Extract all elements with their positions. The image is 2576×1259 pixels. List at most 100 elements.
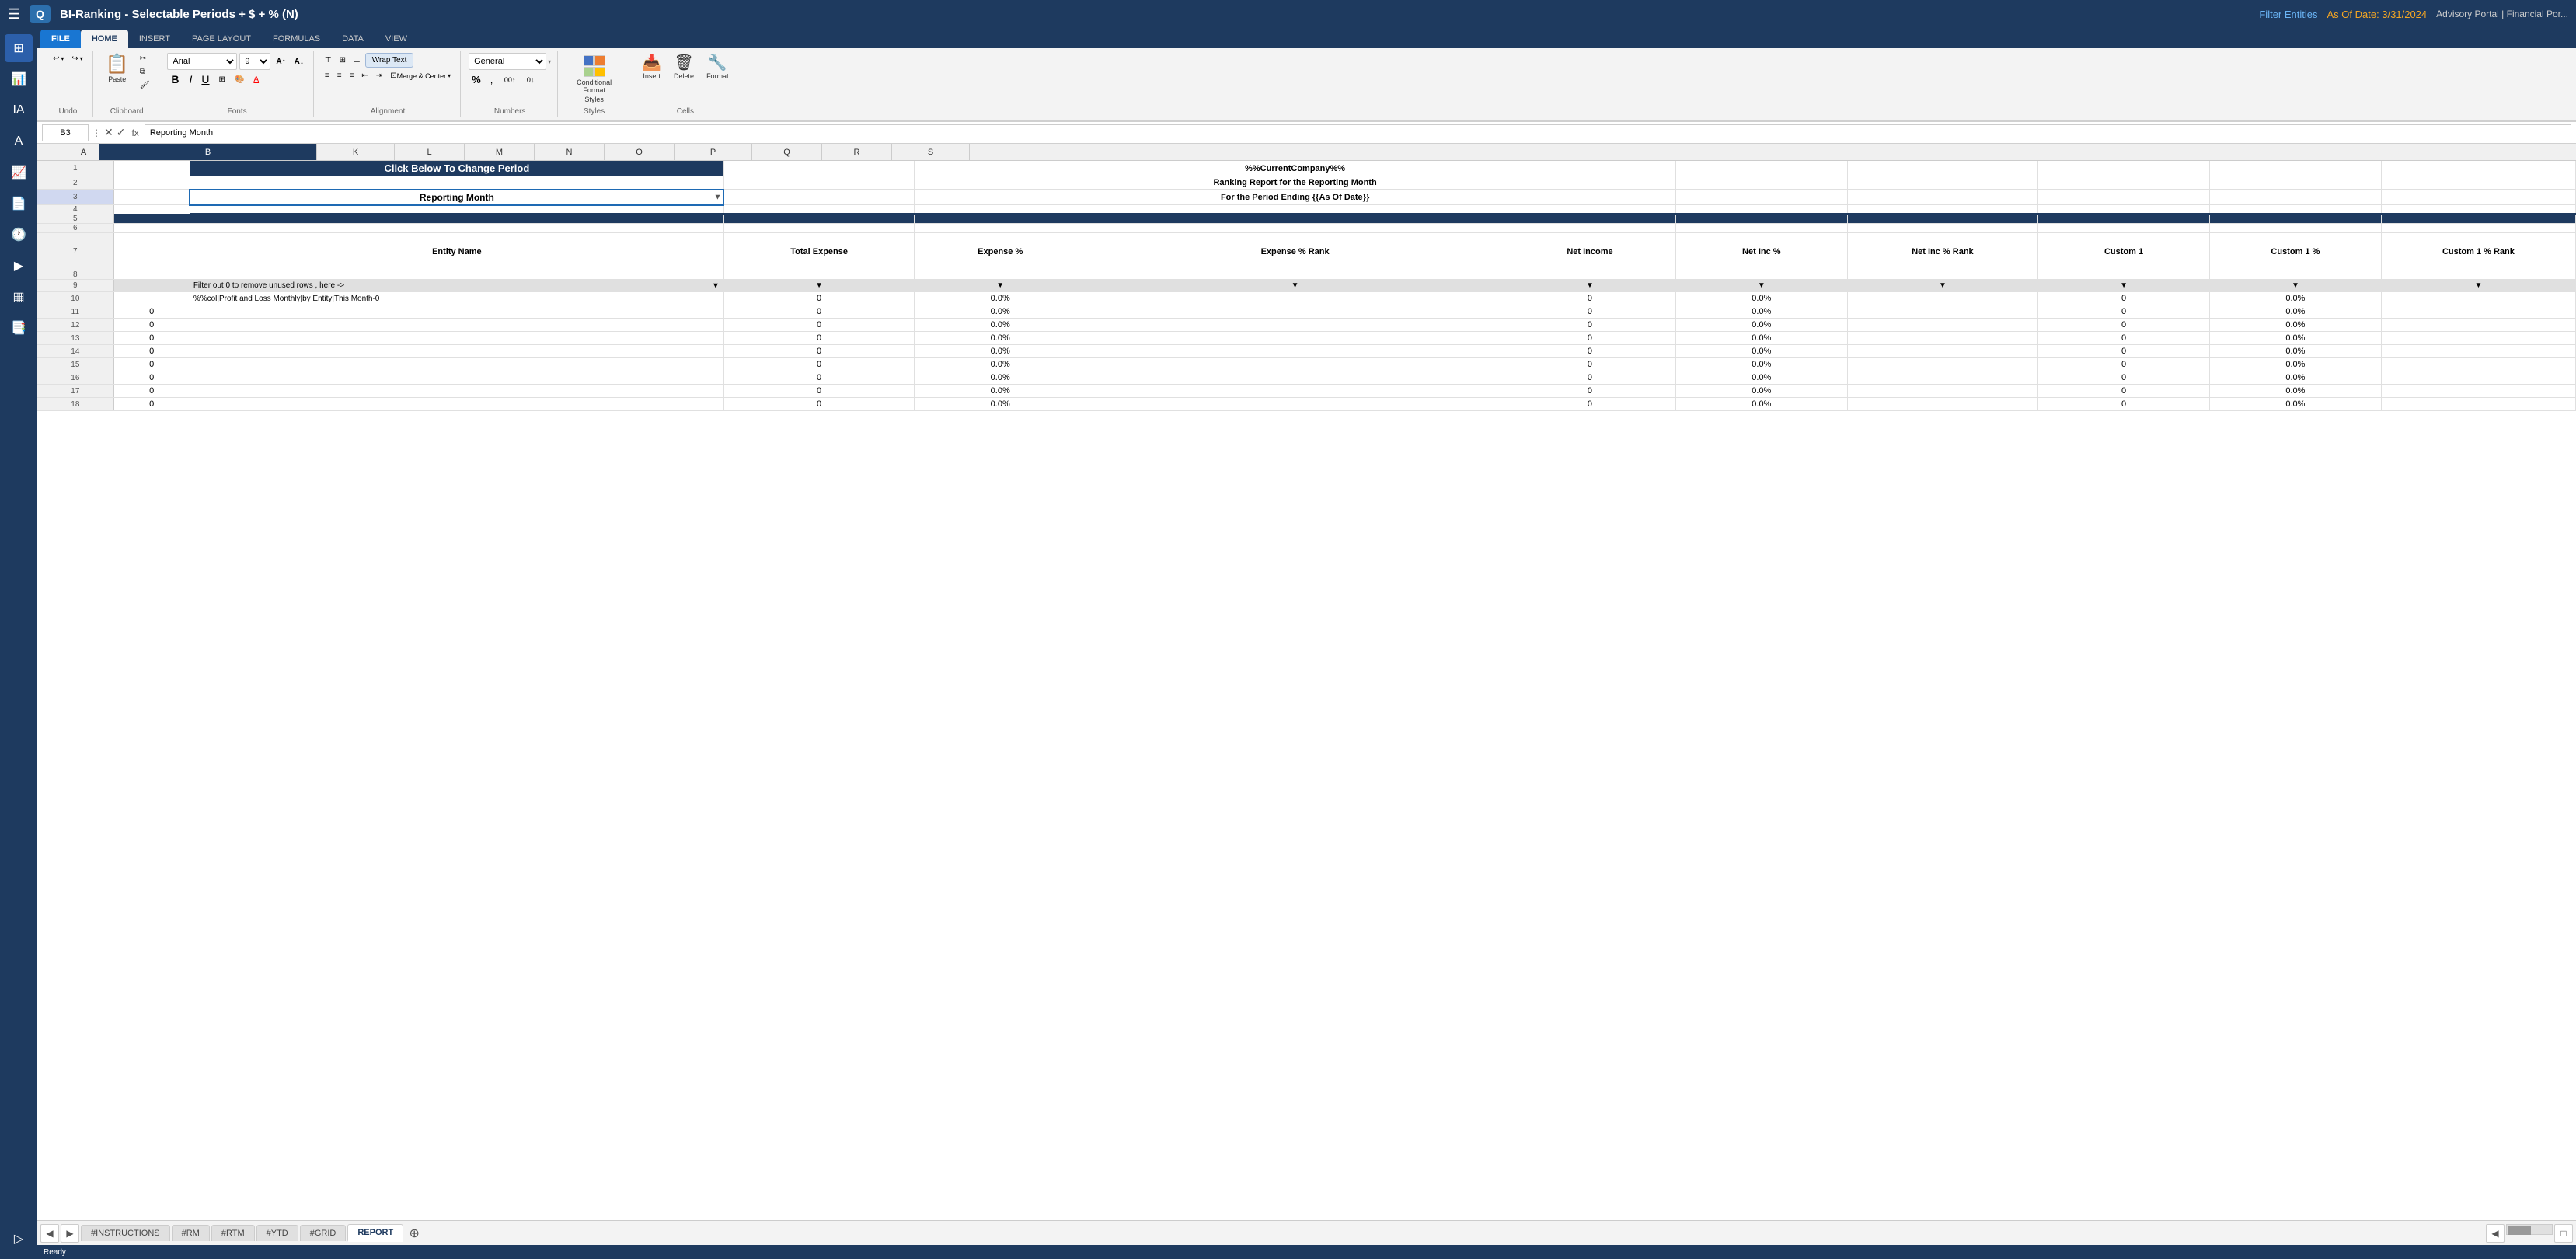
cell-s10[interactable] xyxy=(2381,292,2575,305)
number-format-select[interactable]: General xyxy=(469,53,546,70)
undo-button[interactable]: ↩ ▾ xyxy=(50,53,67,65)
cell-b5[interactable] xyxy=(190,214,723,224)
tab-view[interactable]: VIEW xyxy=(375,30,418,48)
cell-r17[interactable]: 0.0% xyxy=(2209,385,2381,398)
cell-o13[interactable]: 0.0% xyxy=(1675,332,1847,345)
cell-a15[interactable]: 0 xyxy=(113,358,190,371)
cell-n12[interactable]: 0 xyxy=(1504,319,1676,332)
cell-r18[interactable]: 0.0% xyxy=(2209,398,2381,411)
cell-b1[interactable]: Click Below To Change Period xyxy=(190,161,723,176)
cell-b13[interactable] xyxy=(190,332,723,345)
cell-b17[interactable] xyxy=(190,385,723,398)
cell-r13[interactable]: 0.0% xyxy=(2209,332,2381,345)
cell-a12[interactable]: 0 xyxy=(113,319,190,332)
cell-n11[interactable]: 0 xyxy=(1504,305,1676,319)
cell-n7[interactable]: Net Income xyxy=(1504,233,1676,270)
indent-right-button[interactable]: ⇥ xyxy=(373,70,385,82)
cell-l12[interactable]: 0.0% xyxy=(915,319,1086,332)
delete-button[interactable]: 🗑 Delete xyxy=(669,53,699,82)
sheet-tab-grid[interactable]: #GRID xyxy=(300,1225,347,1241)
cell-s8[interactable] xyxy=(2381,270,2575,280)
cell-o12[interactable]: 0.0% xyxy=(1675,319,1847,332)
cell-s13[interactable] xyxy=(2381,332,2575,345)
cell-b6[interactable] xyxy=(190,224,723,233)
cell-q5[interactable] xyxy=(2038,214,2210,224)
cell-l13[interactable]: 0.0% xyxy=(915,332,1086,345)
cell-m17[interactable] xyxy=(1086,385,1504,398)
cell-m4[interactable] xyxy=(1086,205,1504,214)
sheet-tab-ytd[interactable]: #YTD xyxy=(256,1225,298,1241)
sidebar-analytics-icon[interactable]: 📊 xyxy=(5,65,33,93)
cell-b9[interactable]: Filter out 0 to remove unused rows , her… xyxy=(190,280,723,292)
cell-r15[interactable]: 0.0% xyxy=(2209,358,2381,371)
cell-r5[interactable] xyxy=(2209,214,2381,224)
col-header-r[interactable]: R xyxy=(822,144,892,160)
cell-a5[interactable] xyxy=(113,214,190,224)
cell-p9[interactable]: ▼ xyxy=(1847,280,2037,292)
cell-p14[interactable] xyxy=(1847,345,2037,358)
sidebar-table-icon[interactable]: ▦ xyxy=(5,283,33,311)
cell-p15[interactable] xyxy=(1847,358,2037,371)
cell-m5[interactable] xyxy=(1086,214,1504,224)
cell-k11[interactable]: 0 xyxy=(723,305,914,319)
cell-m12[interactable] xyxy=(1086,319,1504,332)
redo-button[interactable]: ↪ ▾ xyxy=(68,53,85,65)
cell-q2[interactable] xyxy=(2038,176,2210,190)
cell-o17[interactable]: 0.0% xyxy=(1675,385,1847,398)
cell-l7[interactable]: Expense % xyxy=(915,233,1086,270)
cell-s6[interactable] xyxy=(2381,224,2575,233)
cell-b14[interactable] xyxy=(190,345,723,358)
cell-n8[interactable] xyxy=(1504,270,1676,280)
cell-n17[interactable]: 0 xyxy=(1504,385,1676,398)
cell-m18[interactable] xyxy=(1086,398,1504,411)
cell-l18[interactable]: 0.0% xyxy=(915,398,1086,411)
cell-o6[interactable] xyxy=(1675,224,1847,233)
scroll-track[interactable] xyxy=(2506,1224,2553,1235)
cell-m7[interactable]: Expense % Rank xyxy=(1086,233,1504,270)
cell-k17[interactable]: 0 xyxy=(723,385,914,398)
cell-l6[interactable] xyxy=(915,224,1086,233)
align-bottom-button[interactable]: ⊥ xyxy=(350,54,364,66)
cell-m1[interactable]: %%CurrentCompany%% xyxy=(1086,161,1504,176)
cell-s3[interactable] xyxy=(2381,190,2575,205)
cell-b18[interactable] xyxy=(190,398,723,411)
align-top-button[interactable]: ⊤ xyxy=(322,54,335,66)
cancel-formula-button[interactable]: ✕ xyxy=(104,126,113,139)
cell-r10[interactable]: 0.0% xyxy=(2209,292,2381,305)
cell-m14[interactable] xyxy=(1086,345,1504,358)
cell-q7[interactable]: Custom 1 xyxy=(2038,233,2210,270)
cell-m3[interactable]: For the Period Ending {{As Of Date}} xyxy=(1086,190,1504,205)
col-header-s[interactable]: S xyxy=(892,144,970,160)
cell-k8[interactable] xyxy=(723,270,914,280)
col-header-k[interactable]: K xyxy=(317,144,395,160)
copy-button[interactable]: ⧉ xyxy=(137,66,153,78)
cell-k1[interactable] xyxy=(723,161,914,176)
sheet-nav-left[interactable]: ◀ xyxy=(40,1224,59,1243)
cell-q4[interactable] xyxy=(2038,205,2210,214)
cell-q14[interactable]: 0 xyxy=(2038,345,2210,358)
cell-r6[interactable] xyxy=(2209,224,2381,233)
align-right-button[interactable]: ≡ xyxy=(347,70,357,82)
cell-n5[interactable] xyxy=(1504,214,1676,224)
cell-n6[interactable] xyxy=(1504,224,1676,233)
cell-l4[interactable] xyxy=(915,205,1086,214)
cell-m15[interactable] xyxy=(1086,358,1504,371)
cell-o1[interactable] xyxy=(1675,161,1847,176)
cell-s7[interactable]: Custom 1 % Rank xyxy=(2381,233,2575,270)
cell-m9[interactable]: ▼ xyxy=(1086,280,1504,292)
cell-a2[interactable] xyxy=(113,176,190,190)
grow-font-button[interactable]: A↑ xyxy=(273,56,288,68)
cell-s11[interactable] xyxy=(2381,305,2575,319)
cut-button[interactable]: ✂ xyxy=(137,53,153,65)
cell-p8[interactable] xyxy=(1847,270,2037,280)
sidebar-document-icon[interactable]: A xyxy=(5,127,33,155)
cell-k2[interactable] xyxy=(723,176,914,190)
cell-b4[interactable] xyxy=(190,205,723,214)
sheet-tab-rtm[interactable]: #RTM xyxy=(211,1225,255,1241)
cell-q18[interactable]: 0 xyxy=(2038,398,2210,411)
cell-q15[interactable]: 0 xyxy=(2038,358,2210,371)
cell-b2[interactable] xyxy=(190,176,723,190)
cell-r1[interactable] xyxy=(2209,161,2381,176)
cell-n14[interactable]: 0 xyxy=(1504,345,1676,358)
cell-l3[interactable] xyxy=(915,190,1086,205)
